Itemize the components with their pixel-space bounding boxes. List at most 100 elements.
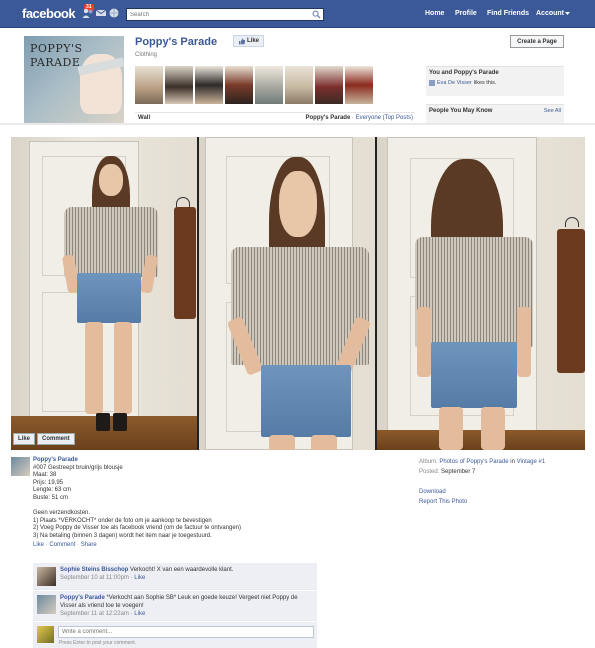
caption-line: Geen verzendkosten.	[33, 510, 91, 517]
caption-lines: #007 Gestreept bruin/grijs blousje Maat:…	[33, 465, 383, 541]
strip-photo[interactable]	[135, 66, 163, 104]
you-and-page-title: You and Poppy's Parade	[429, 70, 499, 76]
strip-photo[interactable]	[345, 66, 373, 104]
caption-line: Buste: 51 cm	[33, 494, 69, 501]
album-in: in	[508, 459, 517, 465]
comment-body: Sophie Steins Bisschop Verkocht! X van e…	[60, 567, 234, 581]
post-like-link[interactable]: Like	[33, 542, 44, 548]
photo-strip	[135, 66, 373, 104]
liker-row: Eva De Visser likes this.	[426, 79, 564, 87]
comment-like-link[interactable]: Like	[134, 611, 145, 617]
strip-photo[interactable]	[255, 66, 283, 104]
caption-line: Prijs: 19,95	[33, 479, 64, 486]
you-and-page-box: You and Poppy's Parade Eva De Visser lik…	[426, 66, 564, 96]
comment-item: Sophie Steins Bisschop Verkocht! X van e…	[33, 563, 317, 590]
photo-comment-button[interactable]: Comment	[37, 433, 75, 445]
nav-account[interactable]: Account	[536, 10, 564, 17]
facebook-logo[interactable]: facebook	[22, 6, 76, 21]
strip-photo[interactable]	[285, 66, 313, 104]
comment-input[interactable]	[58, 626, 314, 638]
friend-avatar-icon	[429, 80, 435, 86]
friend-requests-icon[interactable]	[82, 7, 94, 19]
wall-filter: Poppy's Parade · Everyone (Top Posts)	[306, 115, 413, 121]
comment-hint: Press Enter to post your comment.	[59, 640, 136, 646]
photo-panel-back	[377, 137, 585, 450]
jacket-shape	[174, 207, 196, 319]
see-all-link[interactable]: See All	[544, 108, 561, 114]
photo-panel-closeup	[199, 137, 375, 450]
thumbs-up-icon	[239, 38, 245, 44]
page-profile-picture[interactable]: POPPY'S PARADE	[24, 36, 124, 123]
posted-row: Posted: September 7	[419, 467, 545, 477]
wall-label: Wall	[138, 115, 151, 121]
comment-like-link[interactable]: Like	[134, 575, 145, 581]
post-share-link[interactable]: Share	[81, 542, 97, 548]
coat-hook-shape	[565, 217, 579, 227]
caption-line: Lengte: 63 cm	[33, 487, 72, 494]
album-row: Album: Photos of Poppy's Parade in Vinta…	[419, 457, 545, 467]
album-name-link[interactable]: Vintage #1	[517, 459, 546, 465]
jacket-shape	[557, 229, 585, 373]
album-link[interactable]: Photos of Poppy's Parade	[439, 459, 508, 465]
search-box[interactable]	[126, 8, 324, 21]
top-navigation-bar: facebook 31 Home Profile Find Friends Ac…	[0, 0, 595, 28]
messages-icon[interactable]	[95, 7, 107, 19]
posted-label: Posted:	[419, 469, 440, 475]
notifications-globe-icon[interactable]	[108, 7, 120, 19]
strip-photo[interactable]	[165, 66, 193, 104]
wall-bar: Wall Poppy's Parade · Everyone (Top Post…	[135, 112, 415, 123]
nav-find-friends[interactable]: Find Friends	[487, 10, 529, 17]
page-header-section: POPPY'S PARADE Poppy's Parade Clothing L…	[0, 28, 595, 123]
write-comment-box: Press Enter to post your comment.	[33, 622, 317, 648]
coat-hook-shape	[176, 197, 190, 207]
strip-photo[interactable]	[195, 66, 223, 104]
profile-picture-text: POPPY'S PARADE	[30, 42, 83, 69]
wall-filter-link[interactable]: Everyone (Top Posts)	[356, 115, 413, 121]
posted-value: September 7	[441, 469, 476, 475]
album-label: Album:	[419, 459, 438, 465]
page-like-button[interactable]: Like	[233, 35, 265, 47]
photo-caption: Poppy's Parade #007 Gestreept bruin/grij…	[33, 457, 383, 549]
create-page-button[interactable]: Create a Page	[510, 35, 564, 48]
photo-like-button[interactable]: Like	[13, 433, 36, 445]
post-author[interactable]: Poppy's Parade	[33, 457, 383, 465]
comment-author[interactable]: Sophie Steins Bisschop	[60, 567, 128, 573]
caption-line: 2) Voeg Poppy de Visser toe als facebook…	[33, 525, 242, 532]
strip-photo[interactable]	[315, 66, 343, 104]
chevron-down-icon[interactable]	[565, 12, 570, 16]
comment-author[interactable]: Poppy's Parade	[60, 595, 105, 601]
comment-body: Poppy's Parade *Verkocht aan Sophie SB* …	[60, 595, 298, 617]
commenter-avatar[interactable]	[37, 567, 56, 586]
nav-home[interactable]: Home	[425, 10, 444, 17]
caption-line: 1) Plaats *VERKOCHT* onder de foto om je…	[33, 517, 212, 524]
current-user-avatar	[37, 626, 54, 643]
post-comment-link[interactable]: Comment	[49, 542, 75, 548]
strip-photo[interactable]	[225, 66, 253, 104]
comment-time[interactable]: September 10 at 11:00pm	[60, 575, 129, 581]
people-you-may-know-box: People You May Know See All	[426, 104, 564, 123]
liker-suffix: likes this.	[473, 80, 497, 86]
report-photo-link[interactable]: Report This Photo	[419, 497, 545, 507]
caption-line: #007 Gestreept bruin/grijs blousje	[33, 464, 123, 471]
caption-line: Maat: 38	[33, 472, 57, 479]
comment-time[interactable]: September 11 at 12:22am	[60, 611, 129, 617]
photo-action-buttons: Like Comment	[13, 433, 75, 445]
commenter-avatar[interactable]	[37, 595, 56, 614]
comment-text: Verkocht! X van een waardevolle klant.	[128, 567, 234, 573]
main-photo[interactable]	[11, 137, 585, 450]
comment-item: Poppy's Parade *Verkocht aan Sophie SB* …	[33, 591, 317, 621]
poster-avatar[interactable]	[11, 457, 30, 476]
photo-panel-front	[11, 137, 197, 450]
wall-filter-name: Poppy's Parade	[305, 115, 351, 121]
like-button-label: Like	[247, 38, 260, 44]
page-title[interactable]: Poppy's Parade	[135, 36, 217, 48]
caption-line: 3) Na betaling (binnen 3 dagen) wordt he…	[33, 532, 212, 539]
nav-profile[interactable]: Profile	[455, 10, 477, 17]
search-input[interactable]	[127, 9, 307, 20]
page-category[interactable]: Clothing	[135, 52, 157, 58]
download-link[interactable]: Download	[419, 487, 545, 497]
search-icon[interactable]	[312, 10, 321, 19]
liker-name[interactable]: Eva De Visser	[437, 80, 472, 86]
photo-links: Download Report This Photo	[419, 487, 545, 507]
